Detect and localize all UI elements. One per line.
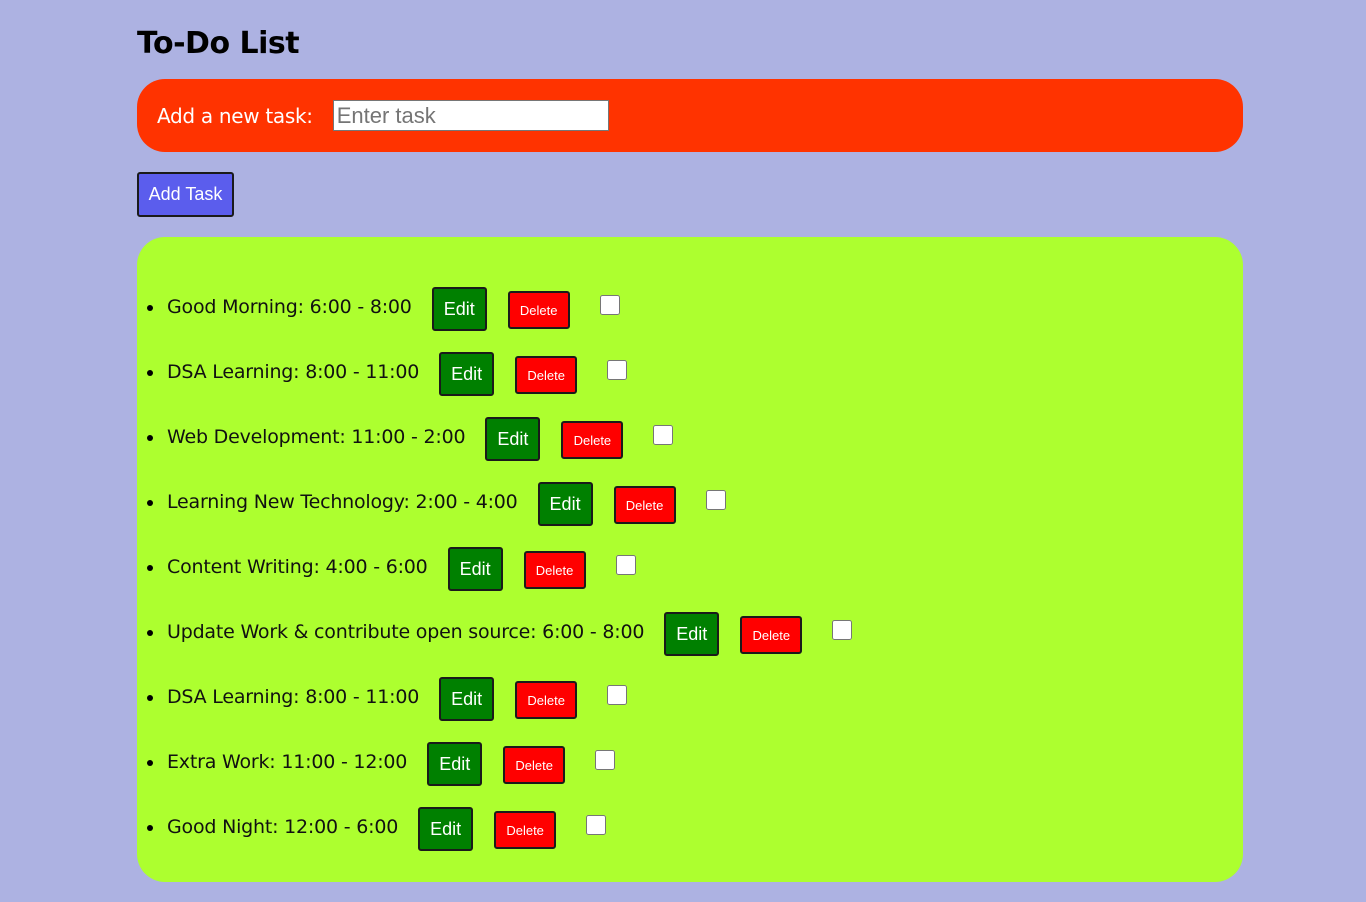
task-item: Good Night: 12:00 - 6:00 Edit Delete <box>137 807 1243 872</box>
edit-button[interactable]: Edit <box>431 287 487 331</box>
task-done-checkbox[interactable] <box>607 685 628 705</box>
bullet-icon <box>147 435 153 441</box>
edit-button[interactable]: Edit <box>418 807 474 851</box>
add-task-label: Add a new task: <box>157 103 313 128</box>
task-list: Good Morning: 6:00 - 8:00 Edit Delete DS… <box>137 287 1243 872</box>
delete-button[interactable]: Delete <box>523 551 586 589</box>
task-done-checkbox[interactable] <box>832 620 853 640</box>
task-item: Update Work & contribute open source: 6:… <box>137 612 1243 677</box>
bullet-icon <box>147 565 153 571</box>
bullet-icon <box>147 500 153 506</box>
bullet-icon <box>147 825 153 831</box>
task-text: DSA Learning: 8:00 - 11:00 <box>167 361 420 383</box>
task-text: Update Work & contribute open source: 6:… <box>167 621 645 643</box>
bullet-icon <box>147 305 153 311</box>
bullet-icon <box>147 760 153 766</box>
delete-button[interactable]: Delete <box>507 291 570 329</box>
task-item: Extra Work: 11:00 - 12:00 Edit Delete <box>137 742 1243 807</box>
delete-button[interactable]: Delete <box>613 486 676 524</box>
task-done-checkbox[interactable] <box>615 555 636 575</box>
task-item: Content Writing: 4:00 - 6:00 Edit Delete <box>137 547 1243 612</box>
task-list-panel: Good Morning: 6:00 - 8:00 Edit Delete DS… <box>137 237 1243 882</box>
task-done-checkbox[interactable] <box>607 360 628 380</box>
task-done-checkbox[interactable] <box>586 815 607 835</box>
edit-button[interactable]: Edit <box>447 547 503 591</box>
task-done-checkbox[interactable] <box>595 750 616 770</box>
page-title: To-Do List <box>137 26 300 61</box>
task-done-checkbox[interactable] <box>705 490 726 510</box>
task-item: Web Development: 11:00 - 2:00 Edit Delet… <box>137 417 1243 482</box>
bullet-icon <box>147 695 153 701</box>
task-text: Good Morning: 6:00 - 8:00 <box>167 296 412 318</box>
delete-button[interactable]: Delete <box>494 811 557 849</box>
task-input[interactable] <box>332 100 609 131</box>
delete-button[interactable]: Delete <box>503 746 566 784</box>
task-text: Learning New Technology: 2:00 - 4:00 <box>167 491 518 513</box>
delete-button[interactable]: Delete <box>561 421 624 459</box>
edit-button[interactable]: Edit <box>439 352 495 396</box>
task-item: Learning New Technology: 2:00 - 4:00 Edi… <box>137 482 1243 547</box>
task-text: Content Writing: 4:00 - 6:00 <box>167 556 428 578</box>
task-item: DSA Learning: 8:00 - 11:00 Edit Delete <box>137 352 1243 417</box>
task-done-checkbox[interactable] <box>653 425 674 445</box>
task-text: Extra Work: 11:00 - 12:00 <box>167 751 408 773</box>
task-text: Web Development: 11:00 - 2:00 <box>167 426 466 448</box>
task-text: Good Night: 12:00 - 6:00 <box>167 816 399 838</box>
delete-button[interactable]: Delete <box>740 616 803 654</box>
add-task-panel: Add a new task: <box>137 79 1243 152</box>
add-task-button[interactable]: Add Task <box>137 172 234 217</box>
bullet-icon <box>147 630 153 636</box>
task-item: DSA Learning: 8:00 - 11:00 Edit Delete <box>137 677 1243 742</box>
edit-button[interactable]: Edit <box>664 612 720 656</box>
task-text: DSA Learning: 8:00 - 11:00 <box>167 686 420 708</box>
bullet-icon <box>147 370 153 376</box>
delete-button[interactable]: Delete <box>515 681 578 719</box>
delete-button[interactable]: Delete <box>515 356 578 394</box>
edit-button[interactable]: Edit <box>485 417 541 461</box>
edit-button[interactable]: Edit <box>427 742 483 786</box>
task-done-checkbox[interactable] <box>599 295 620 315</box>
edit-button[interactable]: Edit <box>537 482 593 526</box>
edit-button[interactable]: Edit <box>439 677 495 721</box>
task-item: Good Morning: 6:00 - 8:00 Edit Delete <box>137 287 1243 352</box>
